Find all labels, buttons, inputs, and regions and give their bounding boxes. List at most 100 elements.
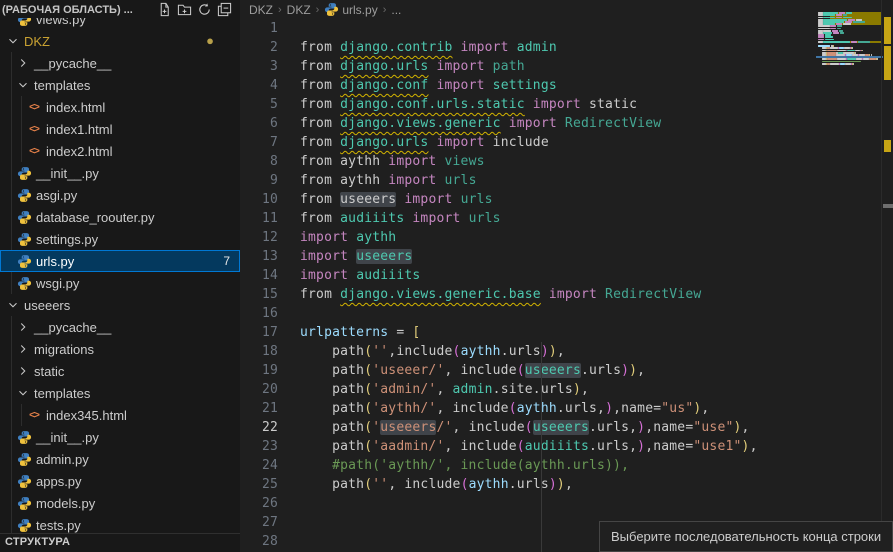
minimap-code-bar (847, 58, 855, 60)
line-number: 3 (240, 59, 300, 74)
python-file-icon (324, 2, 339, 17)
tree-item-label: DKZ (24, 34, 50, 49)
tree-item-models-py[interactable]: models.py (0, 492, 240, 514)
chevron-down-icon (15, 78, 31, 92)
code-line-21[interactable]: 21 path('aythh/', include(aythh.urls,),n… (240, 399, 893, 418)
new-folder-icon[interactable] (174, 2, 194, 18)
chevron-right-icon (15, 320, 31, 334)
tree-item--init-py[interactable]: __init__.py (0, 162, 240, 184)
code-line-19[interactable]: 19 path('useeer/', include(useeers.urls)… (240, 361, 893, 380)
code-text: from django.conf import settings (300, 78, 557, 93)
breadcrumb-item[interactable]: ... (391, 3, 401, 17)
tree-item-asgi-py[interactable]: asgi.py (0, 184, 240, 206)
tree-item-urls-py[interactable]: urls.py7 (0, 250, 240, 272)
ruler-mark (884, 46, 891, 80)
code-line-20[interactable]: 20 path('admin/', admin.site.urls), (240, 380, 893, 399)
code-line-2[interactable]: 2from django.contrib import admin (240, 38, 893, 57)
tree-item--pycache-[interactable]: __pycache__ (0, 316, 240, 338)
code-text: import audiiits (300, 268, 420, 283)
minimap-code-bar (830, 25, 836, 27)
minimap-code-bar (858, 41, 871, 43)
breadcrumb-separator: › (316, 4, 320, 16)
tree-item-index1-html[interactable]: <>index1.html (0, 118, 240, 140)
line-number: 19 (240, 363, 300, 378)
line-number: 21 (240, 401, 300, 416)
tree-item-label: apps.py (36, 474, 82, 489)
line-number: 2 (240, 40, 300, 55)
line-number: 26 (240, 496, 300, 511)
code-line-18[interactable]: 18 path('',include(aythh.urls)), (240, 342, 893, 361)
code-line-24[interactable]: 24 #path('aythh/', include(aythh.urls)), (240, 456, 893, 475)
code-line-25[interactable]: 25 path('', include(aythh.urls)), (240, 475, 893, 494)
tree-item--init-py[interactable]: __init__.py (0, 426, 240, 448)
code-line-6[interactable]: 6from django.views.generic import Redire… (240, 114, 893, 133)
new-file-icon[interactable] (154, 2, 174, 18)
code-line-14[interactable]: 14import audiiits (240, 266, 893, 285)
minimap-code-bar (827, 58, 836, 60)
breadcrumb-item[interactable]: urls.py (324, 2, 377, 17)
tree-item-admin-py[interactable]: admin.py (0, 448, 240, 470)
tree-item-label: urls.py (36, 254, 74, 269)
minimap-code-bar (851, 41, 857, 43)
code-line-1[interactable]: 1 (240, 19, 893, 38)
line-number: 24 (240, 458, 300, 473)
code-line-22[interactable]: 22 path('useeers/', include(useeers.urls… (240, 418, 893, 437)
tree-item-database-roouter-py[interactable]: database_roouter.py (0, 206, 240, 228)
code-line-17[interactable]: 17urlpatterns = [ (240, 323, 893, 342)
minimap-code-bar (877, 58, 878, 60)
python-file-icon (15, 452, 33, 467)
python-file-icon (15, 496, 33, 511)
python-file-icon (15, 166, 33, 181)
tree-item-settings-py[interactable]: settings.py (0, 228, 240, 250)
minimap-code-bar (852, 47, 853, 49)
tree-item-templates[interactable]: templates (0, 382, 240, 404)
tree-item-dkz[interactable]: DKZ● (0, 30, 240, 52)
code-line-12[interactable]: 12import aythh (240, 228, 893, 247)
tree-item-static[interactable]: static (0, 360, 240, 382)
minimap-current-line (816, 56, 883, 59)
code-area[interactable]: 12from django.contrib import admin3from … (240, 19, 893, 551)
code-line-7[interactable]: 7from django.urls import include (240, 133, 893, 152)
tree-item-label: __init__.py (36, 430, 99, 445)
code-line-15[interactable]: 15from django.views.generic.base import … (240, 285, 893, 304)
code-line-13[interactable]: 13import useeers (240, 247, 893, 266)
code-line-23[interactable]: 23 path('aadmin/', include(audiiits.urls… (240, 437, 893, 456)
html-file-icon: <> (25, 410, 43, 421)
python-file-icon (15, 254, 33, 269)
code-line-4[interactable]: 4from django.conf import settings (240, 76, 893, 95)
overview-ruler[interactable] (881, 0, 893, 552)
refresh-icon[interactable] (194, 2, 214, 18)
tree-item-wsgi-py[interactable]: wsgi.py (0, 272, 240, 294)
collapse-all-icon[interactable] (214, 2, 234, 18)
breadcrumb-item[interactable]: DKZ (287, 3, 311, 17)
tree-item-index2-html[interactable]: <>index2.html (0, 140, 240, 162)
vscode-window: (РАБОЧАЯ ОБЛАСТЬ) ... views.pyDKZ●__pyca… (0, 0, 893, 552)
minimap-code-bar (837, 25, 842, 27)
tree-item-migrations[interactable]: migrations (0, 338, 240, 360)
breadcrumb-separator: › (383, 4, 387, 16)
tree-item--pycache-[interactable]: __pycache__ (0, 52, 240, 74)
line-number: 25 (240, 477, 300, 492)
minimap-code-bar (869, 58, 875, 60)
breadcrumb-item[interactable]: DKZ (249, 3, 273, 17)
code-line-9[interactable]: 9from aythh import urls (240, 171, 893, 190)
tree-item-apps-py[interactable]: apps.py (0, 470, 240, 492)
editor-indent-guide (541, 342, 542, 552)
tree-item-useeers[interactable]: useeers (0, 294, 240, 316)
minimap[interactable] (818, 10, 881, 100)
code-line-5[interactable]: 5from django.conf.urls.static import sta… (240, 95, 893, 114)
minimap-code-bar (833, 32, 839, 34)
tree-item-index345-html[interactable]: <>index345.html (0, 404, 240, 426)
tree-item-label: static (34, 364, 64, 379)
code-line-8[interactable]: 8from aythh import views (240, 152, 893, 171)
tree-item-index-html[interactable]: <>index.html (0, 96, 240, 118)
tree-item-templates[interactable]: templates (0, 74, 240, 96)
line-number: 20 (240, 382, 300, 397)
outline-section-header[interactable]: СТРУКТУРА (0, 533, 240, 552)
code-line-11[interactable]: 11from audiiits import urls (240, 209, 893, 228)
code-text: path('aadmin/', include(audiiits.urls,),… (300, 439, 758, 454)
code-line-16[interactable]: 16 (240, 304, 893, 323)
code-line-26[interactable]: 26 (240, 494, 893, 513)
code-line-10[interactable]: 10from useeers import urls (240, 190, 893, 209)
code-line-3[interactable]: 3from django.urls import path (240, 57, 893, 76)
